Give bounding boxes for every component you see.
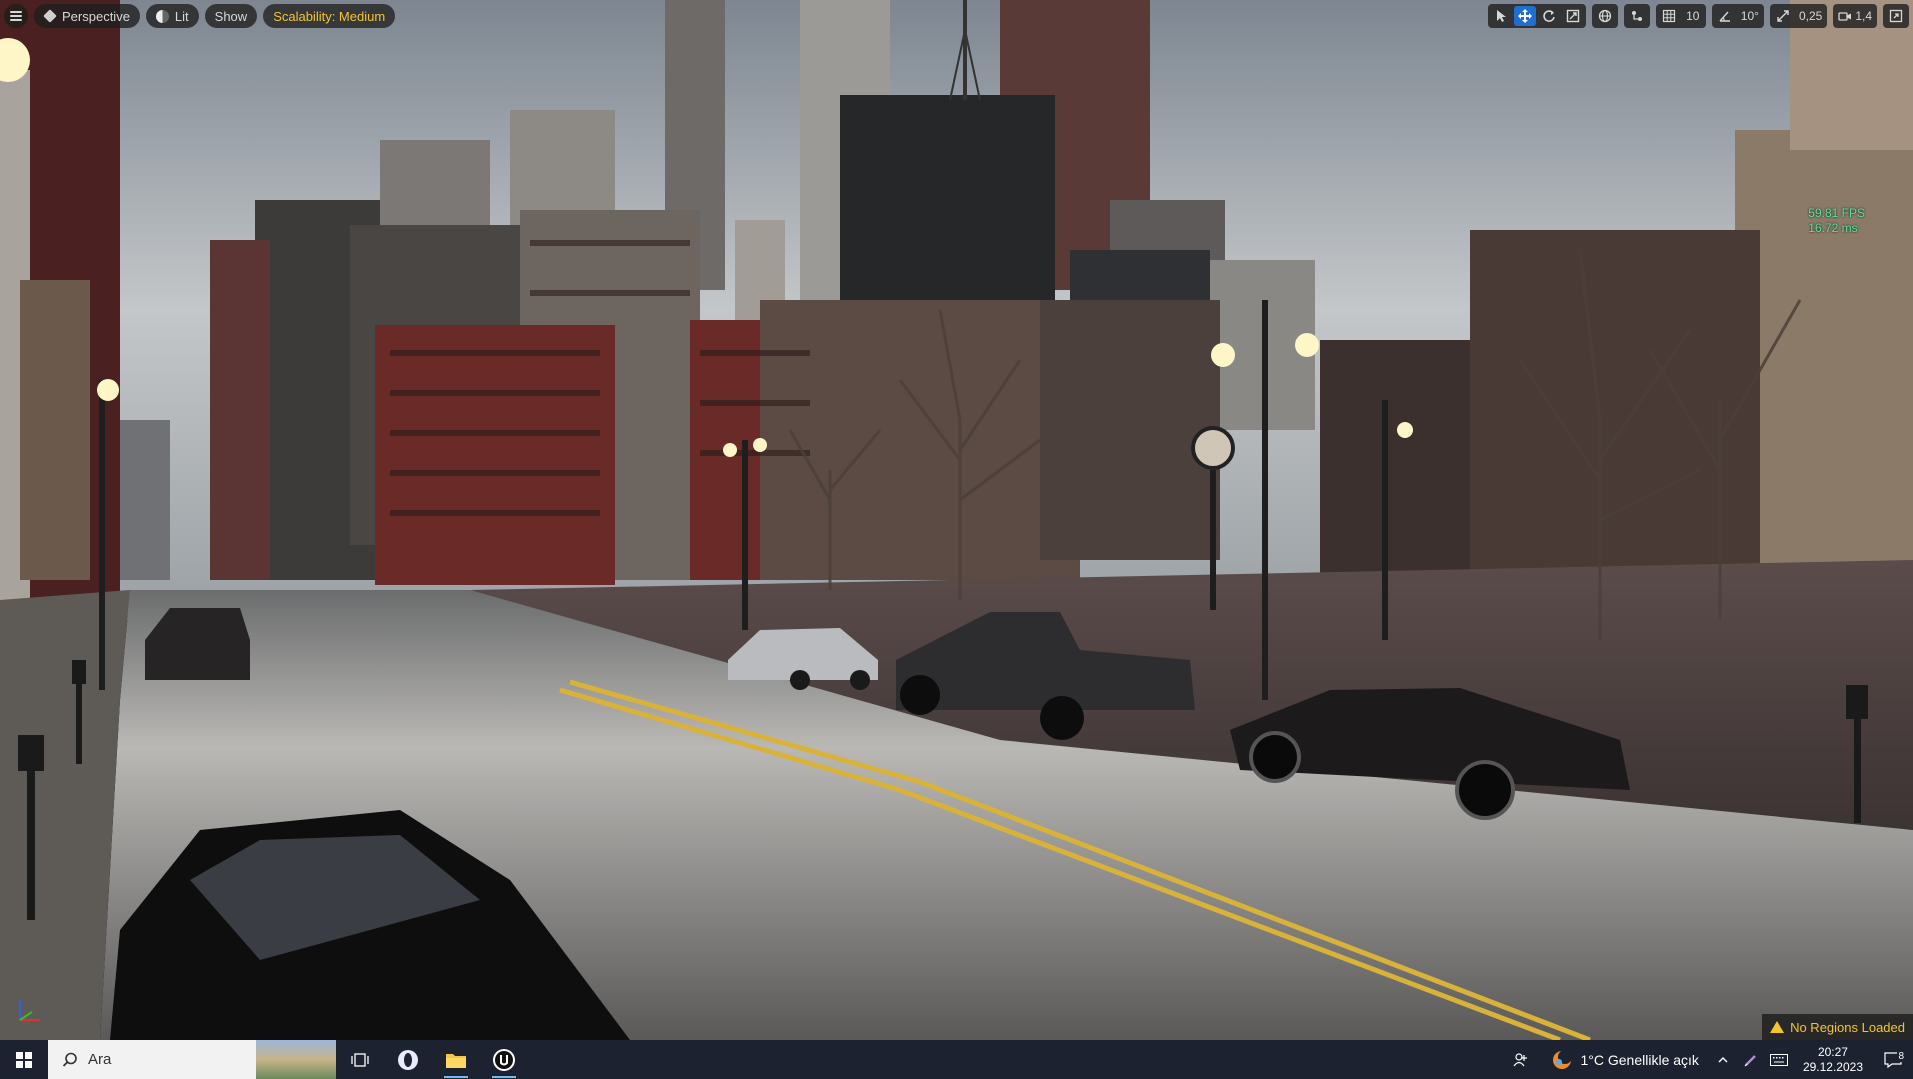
show-hidden-icons-button[interactable] xyxy=(1709,1054,1737,1066)
coordinate-space-group xyxy=(1591,4,1618,28)
regions-status: No Regions Loaded xyxy=(1762,1014,1913,1040)
globe-icon xyxy=(1598,9,1611,23)
scene-render[interactable] xyxy=(0,0,1913,1040)
camera-speed-button[interactable]: 1,4 xyxy=(1835,6,1875,26)
rotate-icon xyxy=(1543,10,1555,22)
clock-time: 20:27 xyxy=(1817,1044,1848,1059)
unreal-engine-app-button[interactable] xyxy=(480,1040,528,1079)
fps-value: 59.81 FPS xyxy=(1808,206,1865,220)
show-button[interactable]: Show xyxy=(204,4,258,28)
clock-date: 29.12.2023 xyxy=(1802,1059,1863,1074)
people-icon xyxy=(1513,1052,1527,1066)
grid-snap-toggle[interactable] xyxy=(1658,6,1680,26)
start-button[interactable] xyxy=(0,1040,48,1079)
regions-status-text: No Regions Loaded xyxy=(1790,1019,1905,1035)
chevron-up-icon xyxy=(1718,1056,1728,1062)
unreal-engine-icon xyxy=(493,1048,515,1071)
scale-snap-icon xyxy=(1777,10,1789,22)
rotation-snap-group: 10° xyxy=(1711,4,1764,28)
maximize-group xyxy=(1883,4,1909,28)
select-mode-button[interactable] xyxy=(1490,6,1512,26)
file-explorer-button[interactable] xyxy=(432,1040,480,1079)
scale-snap-value[interactable]: 0,25 xyxy=(1796,6,1825,26)
notification-center-button[interactable]: 8 xyxy=(1873,1050,1913,1068)
perspective-button[interactable]: Perspective xyxy=(34,4,140,28)
weather-widget[interactable]: 1°C Genellikle açık xyxy=(1541,1049,1709,1071)
surface-snap-group xyxy=(1623,4,1650,28)
surface-snap-icon xyxy=(1631,11,1642,21)
scale-icon xyxy=(1566,9,1579,23)
grid-snap-value[interactable]: 10 xyxy=(1682,6,1704,26)
weather-text: 1°C Genellikle açık xyxy=(1580,1051,1699,1068)
scalability-label: Scalability: Medium xyxy=(273,8,386,24)
windows-logo-icon xyxy=(16,1051,32,1068)
system-tray: 1°C Genellikle açık 20:27 29.12.2023 8 xyxy=(1501,1040,1913,1079)
hamburger-icon xyxy=(10,11,22,21)
translate-mode-button[interactable] xyxy=(1513,6,1536,26)
people-button[interactable] xyxy=(1501,1052,1541,1068)
viewport-toolbar-left: Perspective Lit Show Scalability: Medium xyxy=(4,4,396,28)
windows-taskbar: Ara 1°C Genellikle açık 20:27 29.12.2023… xyxy=(0,1040,1913,1079)
keyboard-button[interactable] xyxy=(1765,1053,1793,1066)
taskbar-search-box[interactable]: Ara xyxy=(48,1040,336,1079)
move-arrows-icon xyxy=(1517,9,1532,23)
camera-speed-group: 1,4 xyxy=(1833,4,1877,28)
rotate-mode-button[interactable] xyxy=(1538,6,1560,26)
opera-icon xyxy=(398,1049,418,1070)
view-mode-label: Lit xyxy=(174,8,189,24)
transform-tools-group xyxy=(1487,4,1586,28)
fps-stats: 59.81 FPS 16.72 ms xyxy=(1808,206,1865,236)
task-view-button[interactable] xyxy=(336,1040,384,1079)
camera-icon xyxy=(1838,12,1852,21)
grid-icon xyxy=(1662,9,1675,23)
viewport-options-button[interactable] xyxy=(4,4,28,28)
notification-count: 8 xyxy=(1897,1050,1905,1062)
scalability-button[interactable]: Scalability: Medium xyxy=(263,4,396,28)
axis-gizmo xyxy=(19,1000,40,1021)
maximize-icon xyxy=(1889,9,1903,23)
world-local-toggle[interactable] xyxy=(1594,6,1616,26)
folder-icon xyxy=(446,1053,466,1068)
angle-icon xyxy=(1719,11,1730,22)
opera-app-button[interactable] xyxy=(384,1040,432,1079)
maximize-viewport-button[interactable] xyxy=(1885,6,1907,26)
search-icon xyxy=(62,1052,77,1067)
lit-sphere-icon xyxy=(155,9,169,23)
rotation-snap-value[interactable]: 10° xyxy=(1738,6,1762,26)
viewport-toolbar-right: 10 10° 0,25 1,4 xyxy=(1487,4,1909,28)
grid-snap-group: 10 xyxy=(1655,4,1706,28)
pen-icon xyxy=(1744,1054,1756,1066)
cursor-arrow-icon xyxy=(1496,10,1506,22)
frame-time-value: 16.72 ms xyxy=(1808,221,1858,235)
level-viewport[interactable]: Perspective Lit Show Scalability: Medium xyxy=(0,0,1913,1040)
surface-snapping-button[interactable] xyxy=(1626,6,1648,26)
perspective-label: Perspective xyxy=(62,8,130,24)
view-mode-button[interactable]: Lit xyxy=(145,4,199,28)
keyboard-icon xyxy=(1769,1053,1788,1066)
cube-icon xyxy=(43,9,57,23)
scale-mode-button[interactable] xyxy=(1562,6,1584,26)
warning-icon xyxy=(1770,1021,1785,1033)
clock[interactable]: 20:27 29.12.2023 xyxy=(1793,1045,1873,1075)
scale-snap-toggle[interactable] xyxy=(1772,6,1794,26)
show-label: Show xyxy=(214,8,248,24)
search-placeholder: Ara xyxy=(88,1051,112,1068)
camera-speed-value: 1,4 xyxy=(1855,9,1872,23)
pen-workspace-button[interactable] xyxy=(1737,1053,1765,1067)
task-view-icon xyxy=(351,1052,369,1067)
rotation-snap-toggle[interactable] xyxy=(1714,6,1736,26)
scale-snap-group: 0,25 xyxy=(1769,4,1828,28)
weather-moon-icon xyxy=(1552,1049,1572,1069)
search-highlight-image xyxy=(256,1040,336,1079)
